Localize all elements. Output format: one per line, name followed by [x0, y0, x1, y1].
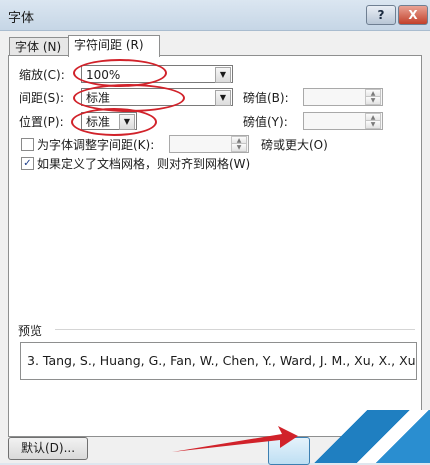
preview-text: 3. Tang, S., Huang, G., Fan, W., Chen, Y… — [27, 353, 417, 368]
spin-down-icon[interactable]: ▼ — [365, 96, 381, 105]
position-by-label: 磅值(Y): — [243, 115, 288, 129]
spin-down-icon[interactable]: ▼ — [365, 120, 381, 129]
default-button[interactable]: 默认(D)... — [8, 437, 88, 460]
kerning-suffix: 磅或更大(O) — [261, 138, 328, 152]
position-by-spinner[interactable]: ▲ ▼ — [303, 112, 383, 130]
tab-font[interactable]: 字体 (N) — [9, 37, 74, 56]
position-label: 位置(P): — [19, 115, 64, 129]
grid-checkbox[interactable]: ✓ — [21, 157, 34, 170]
font-dialog: 字体 (N) 字符间距 (R) 缩放(C): 100% ▼ 间距(S): 标准 … — [0, 31, 430, 463]
kerning-spinner[interactable]: ▲ ▼ — [169, 135, 249, 153]
annotation-circle — [73, 84, 185, 112]
watermark-decoration — [290, 410, 430, 463]
spacing-by-label: 磅值(B): — [243, 91, 289, 105]
annotation-circle — [71, 108, 157, 136]
chevron-down-icon[interactable]: ▼ — [215, 67, 231, 83]
title-bar: 字体 ? X — [0, 0, 430, 31]
tab-character-spacing[interactable]: 字符间距 (R) — [68, 35, 160, 57]
red-arrow-icon — [172, 426, 298, 452]
spacing-by-spinner[interactable]: ▲ ▼ — [303, 88, 383, 106]
spacing-label: 间距(S): — [19, 91, 65, 105]
spin-down-icon[interactable]: ▼ — [231, 143, 247, 152]
annotation-circle — [73, 59, 167, 87]
kerning-label: 为字体调整字间距(K): — [37, 138, 155, 152]
preview-box: 3. Tang, S., Huang, G., Fan, W., Chen, Y… — [20, 342, 417, 380]
preview-label: 预览 — [18, 324, 43, 338]
window-title: 字体 — [8, 11, 35, 26]
scale-label: 缩放(C): — [19, 68, 65, 82]
help-button[interactable]: ? — [366, 5, 396, 25]
grid-label: 如果定义了文档网格，则对齐到网格(W) — [37, 157, 251, 171]
chevron-down-icon[interactable]: ▼ — [215, 90, 231, 106]
close-button[interactable]: X — [398, 5, 428, 25]
kerning-checkbox[interactable] — [21, 138, 34, 151]
preview-divider — [55, 329, 415, 330]
